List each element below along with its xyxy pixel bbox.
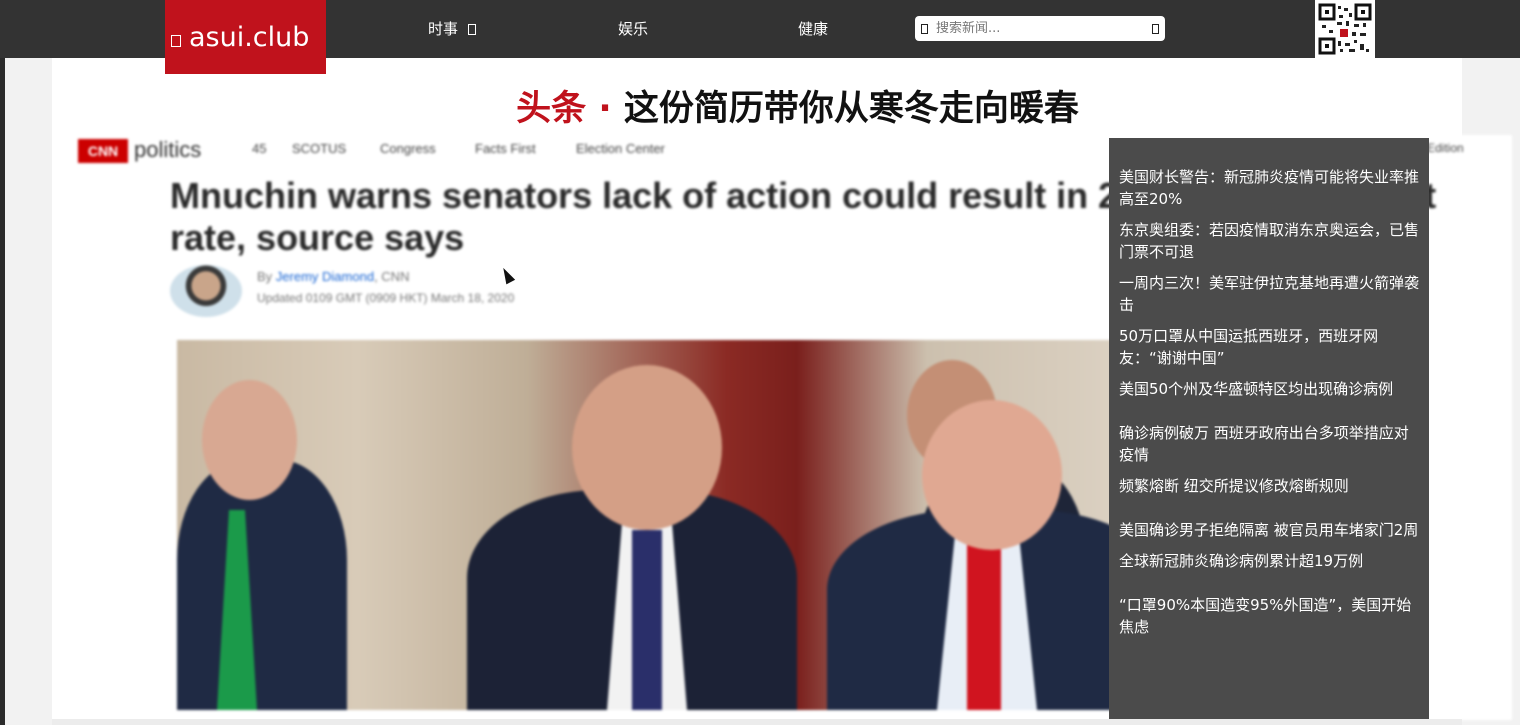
bottom-divider bbox=[52, 719, 1462, 725]
photo-person-head bbox=[572, 365, 722, 530]
cnn-logo: CNN bbox=[78, 139, 128, 163]
nav-item-label: 娱乐 bbox=[618, 20, 649, 38]
news-link[interactable]: 一周内三次！美军驻伊拉克基地再遭火箭弹袭击 bbox=[1119, 272, 1419, 316]
site-logo[interactable]: asui.club bbox=[165, 0, 326, 74]
cnn-edition-label: Edition bbox=[1427, 141, 1464, 155]
news-link[interactable]: 东京奥组委：若因疫情取消东京奥运会，已售门票不可退 bbox=[1119, 219, 1419, 263]
cnn-nav-item: Election Center bbox=[576, 141, 665, 156]
nav-item-label: 健康 bbox=[798, 20, 829, 38]
author-avatar bbox=[170, 265, 242, 317]
search-bar bbox=[915, 16, 1165, 41]
photo-navy-tie bbox=[632, 530, 662, 710]
cnn-nav-item: Congress bbox=[380, 141, 436, 156]
news-link[interactable]: 美国50个州及华盛顿特区均出现确诊病例 bbox=[1119, 378, 1419, 400]
photo-person-head bbox=[202, 380, 297, 500]
byline-prefix: By bbox=[257, 269, 273, 284]
cnn-nav-item: 45 bbox=[252, 141, 267, 156]
nav-item-health[interactable]: 健康 bbox=[798, 18, 828, 39]
headline-separator: · bbox=[598, 89, 612, 129]
nav-item-current-affairs[interactable]: 时事 bbox=[428, 18, 477, 39]
search-icon bbox=[921, 23, 928, 34]
author-name: Jeremy Diamond bbox=[275, 269, 375, 284]
cnn-nav-item: Facts First bbox=[475, 141, 536, 156]
news-link[interactable]: 50万口罩从中国运抵西班牙，西班牙网友：“谢谢中国” bbox=[1119, 325, 1419, 369]
headline-title: 这份简历带你从寒冬走向暖春 bbox=[623, 89, 1079, 129]
news-link[interactable]: 美国确诊男子拒绝隔离 被官员用车堵家门2周 bbox=[1119, 519, 1419, 541]
byline-outlet: , CNN bbox=[374, 269, 410, 284]
article-photo bbox=[177, 340, 1177, 710]
qr-code bbox=[1315, 0, 1375, 58]
search-submit-icon[interactable] bbox=[1152, 23, 1159, 34]
headline-tag: 头条 bbox=[516, 89, 587, 129]
news-link[interactable]: 美国财长警告：新冠肺炎疫情可能将失业率推高至20% bbox=[1119, 166, 1419, 210]
left-edge-strip bbox=[0, 58, 5, 725]
news-link[interactable]: 确诊病例破万 西班牙政府出台多项举措应对疫情 bbox=[1119, 422, 1419, 466]
article-byline: By Jeremy Diamond, CNN bbox=[257, 269, 409, 284]
nav-item-label: 时事 bbox=[428, 20, 459, 38]
article-updated-time: Updated 0109 GMT (0909 HKT) March 18, 20… bbox=[257, 291, 515, 305]
cnn-nav-item: SCOTUS bbox=[292, 141, 347, 156]
nav-item-entertainment[interactable]: 娱乐 bbox=[618, 18, 648, 39]
photo-red-tie bbox=[967, 530, 1001, 710]
news-sidebar: 美国财长警告：新冠肺炎疫情可能将失业率推高至20% 东京奥组委：若因疫情取消东京… bbox=[1109, 138, 1429, 720]
news-link[interactable]: 全球新冠肺炎确诊病例累计超19万例 bbox=[1119, 550, 1419, 572]
dropdown-icon bbox=[468, 24, 477, 35]
search-input[interactable] bbox=[936, 21, 1152, 36]
news-link[interactable]: 频繁熔断 纽交所提议修改熔断规则 bbox=[1119, 475, 1419, 497]
photo-person-head bbox=[922, 400, 1062, 550]
news-link[interactable]: “口罩90%本国造变95%外国造”，美国开始焦虑 bbox=[1119, 594, 1419, 638]
logo-text: asui.club bbox=[189, 21, 310, 53]
logo-icon bbox=[171, 35, 181, 47]
cnn-section-label: politics bbox=[134, 137, 202, 162]
page-headline: 头条 · 这份简历带你从寒冬走向暖春 bbox=[0, 80, 1520, 131]
